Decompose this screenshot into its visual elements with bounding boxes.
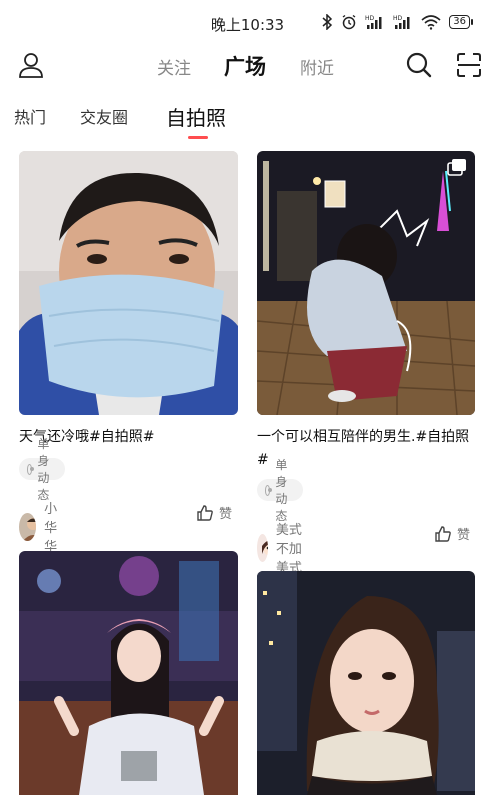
post-photo[interactable] xyxy=(19,151,238,415)
tab-nearby[interactable]: 附近 xyxy=(300,54,334,79)
wifi-icon xyxy=(421,15,441,30)
svg-text:HD: HD xyxy=(365,15,375,22)
battery-level: 36 xyxy=(449,15,470,29)
tab-square[interactable]: 广场 xyxy=(224,51,266,81)
active-tab-indicator xyxy=(188,136,208,139)
battery-icon: 36 xyxy=(449,15,473,29)
search-icon[interactable] xyxy=(404,50,434,80)
subtab-selfie[interactable]: 自拍照 xyxy=(166,102,226,131)
status-bar: 晚上10:33 HD HD 36 xyxy=(0,0,495,48)
like-button[interactable]: 赞 xyxy=(435,524,470,543)
tab-following[interactable]: 关注 xyxy=(157,54,191,79)
author-name: 美式不加美式 xyxy=(275,523,302,576)
svg-text:HD: HD xyxy=(393,15,403,22)
alarm-icon xyxy=(342,14,356,30)
signal-icon: HD xyxy=(393,15,410,29)
avatar[interactable] xyxy=(19,512,37,541)
category-tabs: 热门 交友圈 自拍照 xyxy=(0,100,495,144)
tag-icon xyxy=(265,484,273,496)
thumbs-up-icon xyxy=(435,525,451,542)
subtab-hot[interactable]: 热门 xyxy=(14,104,46,128)
post-tag-label: 单身动态 xyxy=(37,437,50,502)
avatar[interactable] xyxy=(257,533,268,562)
status-icons: HD HD 36 xyxy=(321,14,473,30)
like-button[interactable]: 赞 xyxy=(197,503,232,522)
multi-image-icon xyxy=(447,159,466,176)
top-nav: 关注 广场 附近 xyxy=(0,48,495,88)
post-photo[interactable] xyxy=(257,151,475,415)
tag-icon xyxy=(27,463,35,475)
post-tag[interactable]: 单身动态 xyxy=(19,437,66,502)
post-photo[interactable] xyxy=(19,551,238,795)
like-label: 赞 xyxy=(457,528,471,543)
like-label: 赞 xyxy=(219,507,233,522)
user-icon[interactable] xyxy=(16,50,46,80)
author-name: 小华华 xyxy=(44,502,58,555)
bluetooth-icon xyxy=(322,14,333,30)
post-author[interactable]: 美式不加美式 xyxy=(257,519,306,576)
thumbs-up-icon xyxy=(197,504,213,521)
signal-icon: HD xyxy=(365,15,382,29)
post-photo[interactable] xyxy=(257,571,475,795)
scan-icon[interactable] xyxy=(454,50,484,80)
subtab-friend-circle[interactable]: 交友圈 xyxy=(80,104,128,128)
post-author[interactable]: 小华华 xyxy=(19,498,68,555)
post-tag-label: 单身动态 xyxy=(275,458,288,523)
post-tag[interactable]: 单身动态 xyxy=(257,458,304,523)
